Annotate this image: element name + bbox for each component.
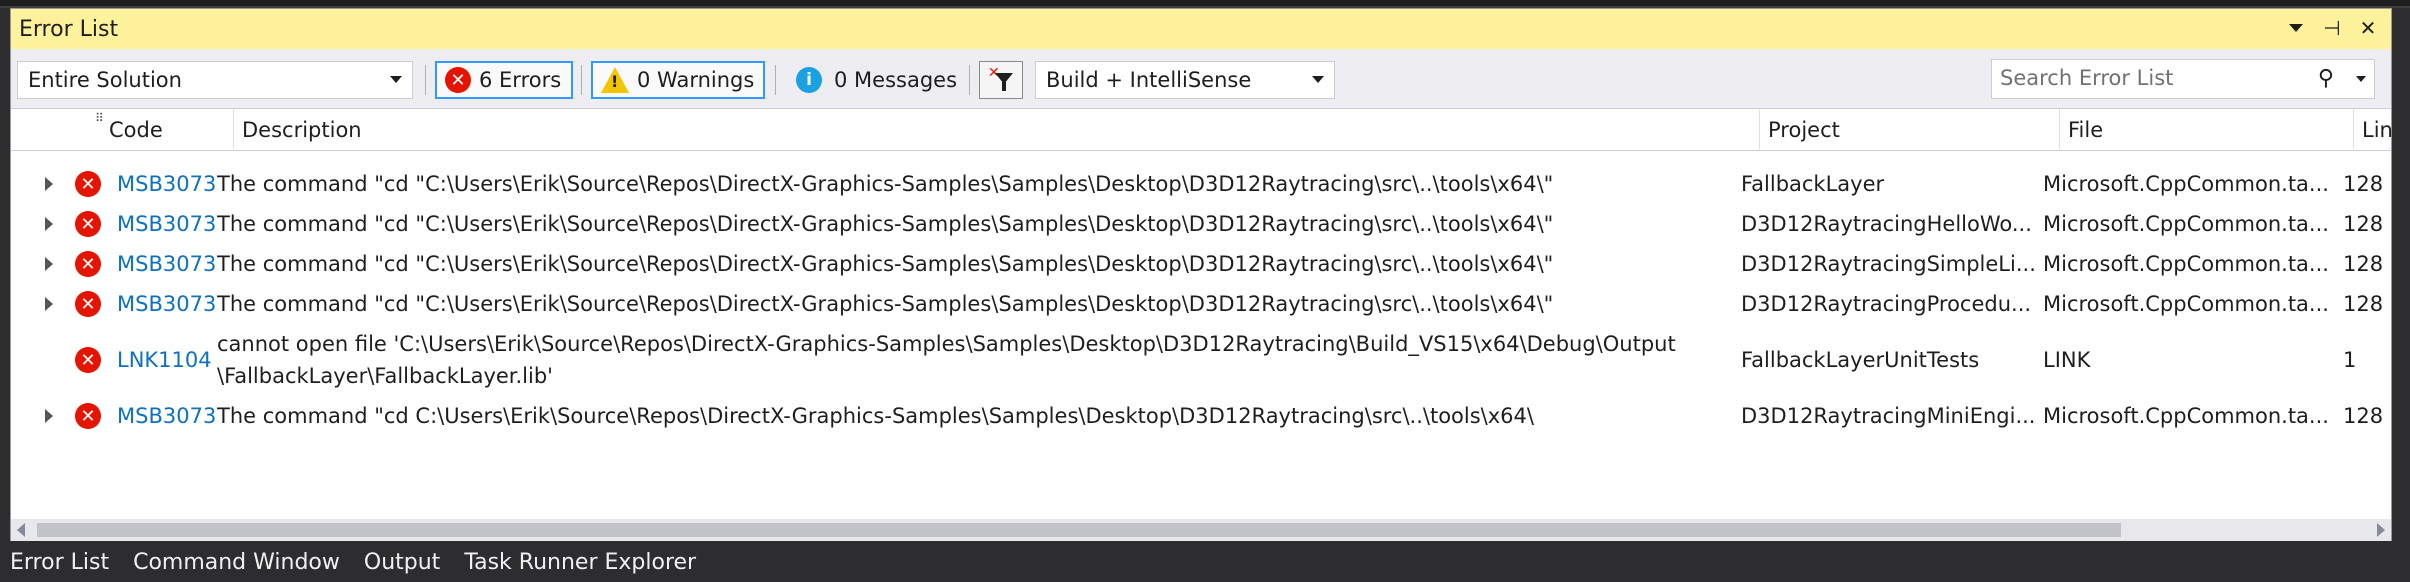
table-row[interactable]: ✕ MSB3073 The command "cd "C:\Users\Erik… — [11, 164, 2391, 204]
chevron-down-icon — [390, 76, 402, 83]
table-row[interactable]: ✕ MSB3073 The command "cd C:\Users\Erik\… — [11, 396, 2391, 436]
column-header-line[interactable]: Line — [2353, 109, 2393, 151]
error-code-link[interactable]: MSB3073 — [117, 244, 227, 284]
chevron-down-icon — [1312, 76, 1324, 83]
search-input[interactable] — [1992, 60, 2312, 96]
error-code-link[interactable]: MSB3073 — [117, 164, 227, 204]
filter-icon: ✕ — [988, 65, 1014, 93]
tool-window-title: Error List — [19, 16, 119, 42]
error-description: The command "cd "C:\Users\Erik\Source\Re… — [217, 212, 1554, 236]
horizontal-scrollbar[interactable] — [11, 519, 2391, 541]
table-row[interactable]: ✕ MSB3073 The command "cd "C:\Users\Erik… — [11, 284, 2391, 324]
error-file: Microsoft.CppCommon.ta... — [2043, 212, 2329, 236]
column-header-description[interactable]: Description — [233, 109, 1759, 151]
table-row[interactable]: ✕ LNK1104 cannot open file 'C:\Users\Eri… — [11, 324, 2391, 396]
error-project: FallbackLayer — [1741, 172, 1885, 196]
error-icon: ✕ — [75, 251, 101, 277]
error-description: The command "cd C:\Users\Erik\Source\Rep… — [217, 404, 1534, 428]
window-position-dropdown-icon[interactable] — [2285, 15, 2307, 41]
error-file: Microsoft.CppCommon.ta... — [2043, 172, 2329, 196]
table-row[interactable]: ✕ MSB3073 The command "cd "C:\Users\Erik… — [11, 204, 2391, 244]
column-chooser-icon[interactable]: ⠿ — [95, 111, 104, 125]
error-file: Microsoft.CppCommon.ta... — [2043, 404, 2329, 428]
expand-icon[interactable] — [45, 257, 53, 271]
warnings-filter-button[interactable]: ! 0 Warnings — [591, 61, 765, 99]
column-header-code[interactable]: ⠿ Code — [95, 109, 233, 151]
errors-count-label: 6 Errors — [479, 68, 562, 92]
scroll-right-icon[interactable] — [2377, 523, 2385, 537]
error-line: 128 — [2343, 212, 2384, 236]
build-source-dropdown[interactable]: Build + IntelliSense — [1035, 61, 1335, 99]
error-project: D3D12RaytracingProcedu... — [1741, 292, 2032, 316]
build-source-value: Build + IntelliSense — [1046, 68, 1252, 92]
errors-filter-button[interactable]: ✕ 6 Errors — [435, 61, 573, 99]
column-header-row: ⠿ Code Description Project File Line — [11, 109, 2393, 151]
error-icon: ✕ — [75, 291, 101, 317]
error-code-link[interactable]: LNK1104 — [117, 324, 227, 396]
column-header-file[interactable]: File — [2059, 109, 2353, 151]
warning-icon: ! — [601, 67, 629, 93]
expand-icon[interactable] — [45, 409, 53, 423]
close-icon[interactable]: ✕ — [2357, 15, 2379, 41]
error-line: 1 — [2343, 348, 2357, 372]
tab-error-list[interactable]: Error List — [10, 550, 109, 575]
tab-command-window[interactable]: Command Window — [133, 550, 340, 575]
error-project: FallbackLayerUnitTests — [1741, 348, 1980, 372]
tab-task-runner-explorer[interactable]: Task Runner Explorer — [464, 550, 696, 575]
error-description: The command "cd "C:\Users\Erik\Source\Re… — [217, 292, 1554, 316]
error-code-link[interactable]: MSB3073 — [117, 284, 227, 324]
error-project: D3D12RaytracingMiniEngi... — [1741, 404, 2036, 428]
error-icon: ✕ — [75, 211, 101, 237]
search-options-chevron-icon[interactable] — [2356, 76, 2366, 82]
messages-count-label: 0 Messages — [834, 68, 958, 92]
error-line: 128 — [2343, 252, 2384, 276]
error-line: 128 — [2343, 404, 2384, 428]
clear-filter-button[interactable]: ✕ — [979, 61, 1023, 99]
search-error-list[interactable]: ⚲ — [1991, 59, 2375, 99]
error-file: LINK — [2043, 348, 2091, 372]
search-icon[interactable]: ⚲ — [2318, 66, 2334, 91]
error-code-link[interactable]: MSB3073 — [117, 396, 227, 436]
warnings-count-label: 0 Warnings — [637, 68, 755, 92]
expand-icon[interactable] — [45, 217, 53, 231]
error-line: 128 — [2343, 172, 2384, 196]
error-icon: ✕ — [75, 403, 101, 429]
expand-icon[interactable] — [45, 177, 53, 191]
pin-icon[interactable]: ⊣ — [2321, 15, 2343, 41]
error-rows: ✕ MSB3073 The command "cd "C:\Users\Erik… — [11, 152, 2391, 517]
tab-output[interactable]: Output — [364, 550, 440, 575]
scope-dropdown[interactable]: Entire Solution — [17, 61, 413, 99]
error-project: D3D12RaytracingSimpleLi... — [1741, 252, 2036, 276]
error-list-panel: Error List ⊣ ✕ Entire Solution ✕ 6 Error… — [10, 8, 2393, 541]
table-row[interactable]: ✕ MSB3073 The command "cd "C:\Users\Erik… — [11, 244, 2391, 284]
messages-filter-button[interactable]: i 0 Messages — [785, 61, 961, 99]
scroll-left-icon[interactable] — [17, 523, 25, 537]
error-icon: ✕ — [445, 67, 471, 93]
code-editor-strip — [0, 0, 2410, 8]
error-line: 128 — [2343, 292, 2384, 316]
error-project: D3D12RaytracingHelloWo... — [1741, 212, 2032, 236]
scrollbar-thumb[interactable] — [37, 523, 2121, 537]
error-file: Microsoft.CppCommon.ta... — [2043, 252, 2329, 276]
column-header-project[interactable]: Project — [1759, 109, 2059, 151]
expand-icon[interactable] — [45, 297, 53, 311]
error-description: The command "cd "C:\Users\Erik\Source\Re… — [217, 172, 1554, 196]
error-icon: ✕ — [75, 347, 101, 373]
error-description: cannot open file 'C:\Users\Erik\Source\R… — [217, 332, 1676, 388]
error-description: The command "cd "C:\Users\Erik\Source\Re… — [217, 252, 1554, 276]
error-icon: ✕ — [75, 171, 101, 197]
error-file: Microsoft.CppCommon.ta... — [2043, 292, 2329, 316]
scope-dropdown-value: Entire Solution — [28, 68, 182, 92]
error-code-link[interactable]: MSB3073 — [117, 204, 227, 244]
bottom-tool-window-tabs: Error List Command Window Output Task Ru… — [0, 543, 2410, 582]
info-icon: i — [796, 67, 822, 93]
error-list-toolbar: Entire Solution ✕ 6 Errors ! 0 Warnings … — [11, 49, 2391, 109]
tool-window-title-bar: Error List ⊣ ✕ — [11, 9, 2391, 49]
